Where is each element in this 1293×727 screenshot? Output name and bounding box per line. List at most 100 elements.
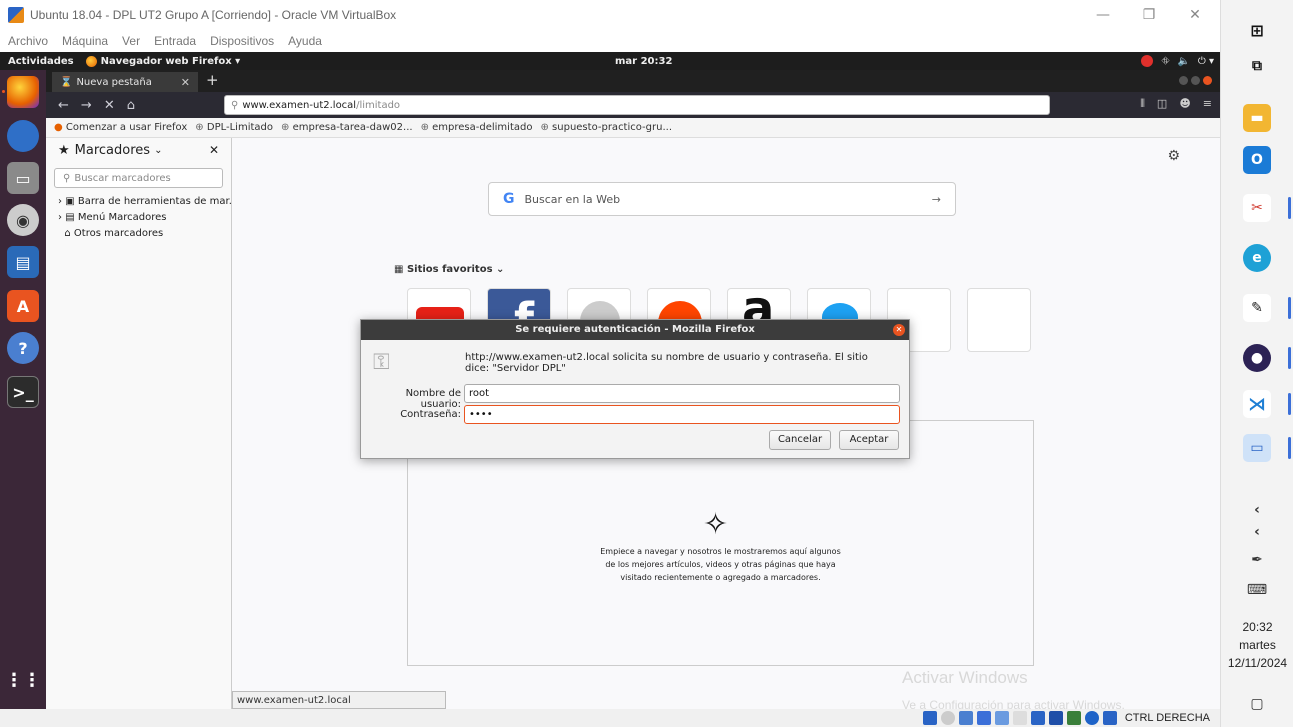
writer-icon[interactable]: ▤ [7, 246, 39, 278]
menu-dispositivos[interactable]: Dispositivos [210, 34, 274, 48]
eclipse-icon[interactable]: ● [1243, 344, 1271, 372]
gear-icon[interactable]: ⚙ [1167, 148, 1180, 164]
pen-icon[interactable]: ✒ [1243, 546, 1271, 574]
forward-icon[interactable]: → [81, 98, 92, 113]
volume-icon[interactable]: 🔈 [1177, 56, 1189, 67]
menu-icon[interactable]: ≡ [1203, 97, 1212, 111]
network-icon[interactable]: ⛗ [1161, 56, 1169, 67]
windows-start-icon[interactable]: ⊞ [1243, 16, 1271, 44]
shared-folders-icon[interactable] [1012, 711, 1027, 725]
username-input[interactable]: root [464, 384, 900, 403]
taskbar-time[interactable]: 20:32 [1221, 620, 1293, 634]
globe-icon: ⊕ [195, 122, 204, 133]
bookmarks-search-input[interactable]: ⚲ Buscar marcadores [54, 168, 223, 188]
back-icon[interactable]: ← [58, 98, 69, 113]
snipping-tool-icon[interactable]: ✂ [1243, 194, 1271, 222]
chevron-left-icon[interactable]: ‹ [1243, 518, 1271, 546]
hdd-icon[interactable] [922, 711, 937, 725]
app-menu[interactable]: Navegador web Firefox ▾ [85, 55, 240, 67]
virtualbox-vm-icon[interactable]: ▭ [1243, 434, 1271, 462]
minimize-icon[interactable]: — [1080, 0, 1126, 30]
stop-icon[interactable]: ✕ [104, 98, 115, 113]
favorites-header[interactable]: ▦ Sitios favoritos ⌄ [394, 264, 504, 275]
web-search-box[interactable]: G Buscar en la Web → [488, 182, 956, 216]
firefox-dock-icon[interactable] [7, 76, 39, 108]
bookmark-comenzar[interactable]: ● Comenzar a usar Firefox [54, 122, 187, 133]
bookmark-empresa-delimitado[interactable]: ⊕ empresa-delimitado [421, 122, 533, 133]
account-icon[interactable]: ☻ [1179, 97, 1190, 111]
rhythmbox-icon[interactable]: ◉ [7, 204, 39, 236]
mouse-integration-icon[interactable] [1084, 711, 1099, 725]
bookmark-empresa-tarea[interactable]: ⊕ empresa-tarea-daw02... [281, 122, 413, 133]
audio-icon[interactable] [958, 711, 973, 725]
sidebar-header[interactable]: ★ Marcadores ⌄ ✕ [46, 138, 231, 162]
activities-button[interactable]: Actividades [8, 56, 74, 67]
power-icon[interactable]: ⏻ ▾ [1198, 56, 1214, 67]
optical-icon[interactable] [940, 711, 955, 725]
bookmarks-sidebar: ★ Marcadores ⌄ ✕ ⚲ Buscar marcadores › ▣… [46, 138, 238, 709]
active-indicator [1288, 347, 1291, 369]
ubuntu-dock: ▭ ◉ ▤ A ? >_ ⋮⋮ [0, 70, 46, 709]
taskbar-day[interactable]: martes [1221, 638, 1293, 652]
star-icon: ★ [58, 142, 70, 158]
network-icon[interactable] [976, 711, 991, 725]
library-icon[interactable]: ⫴ [1140, 97, 1145, 111]
menu-entrada[interactable]: Entrada [154, 34, 196, 48]
accept-button[interactable]: Aceptar [839, 430, 899, 450]
outlook-icon[interactable]: O [1243, 146, 1271, 174]
toolbar-right: ⫴ ◫ ☻ ≡ [1140, 97, 1212, 111]
password-input[interactable]: •••• [464, 405, 900, 424]
task-view-icon[interactable]: ⧉ [1243, 52, 1271, 80]
minimize-icon[interactable] [1179, 76, 1188, 85]
home-icon[interactable]: ⌂ [127, 98, 135, 113]
menu-archivo[interactable]: Archivo [8, 34, 48, 48]
notes-icon[interactable]: ✎ [1243, 294, 1271, 322]
menu-ver[interactable]: Ver [122, 34, 140, 48]
software-icon[interactable]: A [7, 290, 39, 322]
help-icon[interactable]: ? [7, 332, 39, 364]
edge-icon[interactable]: e [1243, 244, 1271, 272]
top-clock[interactable]: mar 20:32 [615, 56, 672, 67]
notifications-icon[interactable]: ▢ [1243, 690, 1271, 718]
menu-maquina[interactable]: Máquina [62, 34, 108, 48]
display-icon[interactable] [1030, 711, 1045, 725]
close-icon[interactable]: ✕ [1172, 0, 1218, 30]
maximize-icon[interactable] [1191, 76, 1200, 85]
cpu-icon[interactable] [1066, 711, 1081, 725]
arrow-right-icon[interactable]: → [932, 193, 941, 206]
bookmark-supuesto[interactable]: ⊕ supuesto-practico-gru... [540, 122, 672, 133]
sidebar-icon[interactable]: ◫ [1157, 97, 1167, 111]
new-tab-icon[interactable]: + [206, 71, 219, 89]
vscode-icon[interactable]: ⋊ [1243, 390, 1271, 418]
bookmark-dpl-limitado[interactable]: ⊕ DPL-Limitado [195, 122, 273, 133]
terminal-icon[interactable]: >_ [7, 376, 39, 408]
tree-item-menu[interactable]: › ▤ Menú Marcadores [58, 210, 231, 226]
show-apps-icon[interactable]: ⋮⋮ [5, 664, 41, 696]
tab-nueva-pestana[interactable]: ⌛ Nueva pestaña ✕ [52, 72, 198, 92]
windows-taskbar: ⊞ ⧉ ▬ O ✂ e ✎ ● ⋊ ▭ ‹ ‹ ✒ ⌨ 20:32 martes… [1220, 0, 1293, 727]
tab-bar: ⌛ Nueva pestaña ✕ + [46, 70, 1220, 92]
close-icon[interactable] [1203, 76, 1212, 85]
tree-item-otros[interactable]: ⌂ Otros marcadores [58, 226, 231, 242]
tile-empty[interactable] [967, 288, 1031, 352]
keyboard-icon[interactable]: ⌨ [1243, 576, 1271, 604]
url-bar[interactable]: ⚲ www.examen-ut2.local/limitado [224, 95, 1050, 115]
tab-close-icon[interactable]: ✕ [181, 76, 190, 89]
dialog-close-icon[interactable]: ✕ [893, 324, 905, 336]
recording-icon[interactable] [1048, 711, 1063, 725]
bookmarks-toolbar: ● Comenzar a usar Firefox ⊕ DPL-Limitado… [46, 118, 1220, 138]
tree-item-toolbar[interactable]: › ▣ Barra de herramientas de mar... [58, 194, 238, 210]
file-explorer-icon[interactable]: ▬ [1243, 104, 1271, 132]
active-indicator [1288, 197, 1291, 219]
menu-ayuda[interactable]: Ayuda [288, 34, 322, 48]
usb-icon[interactable] [994, 711, 1009, 725]
keyboard-icon[interactable] [1102, 711, 1117, 725]
thunderbird-icon[interactable] [7, 120, 39, 152]
cancel-button[interactable]: Cancelar [769, 430, 831, 450]
system-tray[interactable]: ⛗ 🔈 ⏻ ▾ [1141, 55, 1214, 67]
notification-icon[interactable] [1141, 55, 1154, 67]
sidebar-close-icon[interactable]: ✕ [209, 143, 219, 157]
restore-icon[interactable]: ❐ [1126, 0, 1172, 30]
taskbar-date[interactable]: 12/11/2024 [1221, 656, 1293, 670]
files-icon[interactable]: ▭ [7, 162, 39, 194]
